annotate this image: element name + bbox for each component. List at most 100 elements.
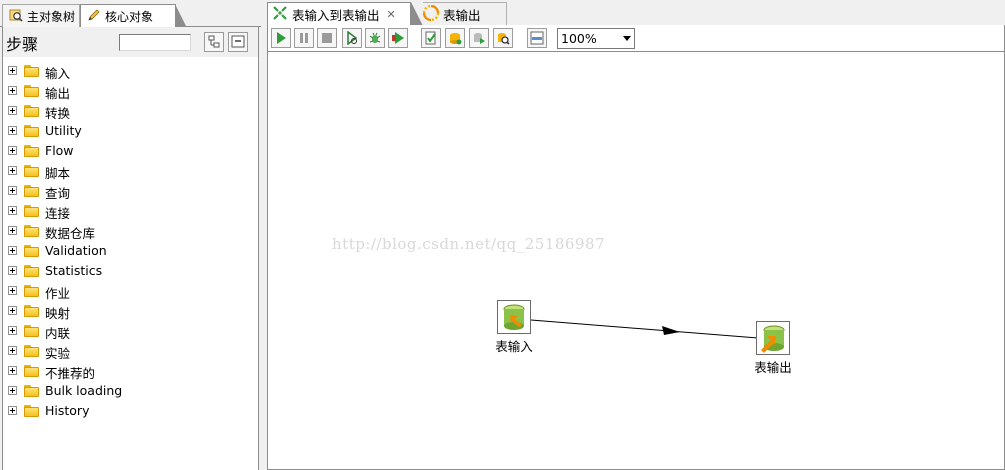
steps-title: 步骤 (6, 35, 39, 54)
tree-item[interactable]: History (3, 401, 258, 421)
tab-core-objects[interactable]: 核心对象 (80, 4, 187, 28)
explore-db-icon (498, 33, 510, 45)
expand-icon[interactable] (8, 326, 17, 335)
transformation-icon (272, 5, 288, 24)
tree-item-label: 实验 (45, 346, 71, 361)
collapse-all-button[interactable] (228, 32, 248, 52)
folder-icon (24, 205, 39, 217)
step-table-input[interactable]: 表输入 (484, 300, 544, 355)
tree-item[interactable]: Utility (3, 121, 258, 141)
replay-button[interactable] (388, 28, 408, 48)
folder-icon (24, 405, 39, 417)
tab-label: 表输出 (443, 7, 481, 23)
tab-main-object-tree[interactable]: 主对象树 (2, 4, 80, 27)
folder-icon (24, 145, 39, 157)
sql-button[interactable] (469, 28, 489, 48)
tree-item-label: 输入 (45, 66, 71, 81)
run-icon (277, 32, 286, 44)
tree-item[interactable]: 连接 (3, 201, 258, 221)
tree-item-label: History (45, 403, 90, 418)
pause-button[interactable] (294, 28, 314, 48)
steps-header: 步骤 (3, 27, 258, 57)
expand-icon[interactable] (8, 126, 17, 135)
explore-db-button[interactable] (493, 28, 513, 48)
tree-item[interactable]: 输出 (3, 81, 258, 101)
expand-icon[interactable] (8, 366, 17, 375)
zoom-value: 100% (561, 31, 597, 46)
spoon-window: 主对象树 核心对象 步骤 输入 输出 转换 Utility Flow 脚本 查询… (0, 0, 1005, 470)
tree-item-label: 作业 (45, 286, 71, 301)
steps-tree: 输入 输出 转换 Utility Flow 脚本 查询 连接 数据仓库 Vali… (3, 61, 258, 421)
tree-item[interactable]: 查询 (3, 181, 258, 201)
editor-toolbar: 100% (267, 25, 1005, 51)
expand-icon[interactable] (8, 166, 17, 175)
tree-item[interactable]: Statistics (3, 261, 258, 281)
zoom-select[interactable]: 100% (557, 28, 635, 49)
editor-panel: 表输入到表输出 ✕ 表输出 100% http://blog.csdn.net/… (267, 0, 1005, 470)
steps-panel: 步骤 输入 输出 转换 Utility Flow 脚本 查询 连接 数据仓库 V… (2, 27, 259, 470)
tree-item[interactable]: 输入 (3, 61, 258, 81)
tree-item[interactable]: Validation (3, 241, 258, 261)
tree-item[interactable]: 数据仓库 (3, 221, 258, 241)
run-button[interactable] (271, 28, 291, 48)
tab-label: 核心对象 (105, 9, 154, 24)
expand-icon[interactable] (8, 246, 17, 255)
stop-button[interactable] (317, 28, 337, 48)
expand-icon[interactable] (8, 406, 17, 415)
left-panel: 主对象树 核心对象 步骤 输入 输出 转换 Utility Flow 脚本 查询… (0, 0, 261, 470)
expand-icon[interactable] (8, 146, 17, 155)
step-label: 表输入 (495, 339, 533, 354)
expand-icon[interactable] (8, 206, 17, 215)
preview-button[interactable] (342, 28, 362, 48)
expand-icon[interactable] (8, 386, 17, 395)
analyze-impact-icon (450, 33, 462, 45)
preview-icon (347, 31, 358, 45)
folder-icon (24, 265, 39, 277)
expand-icon[interactable] (8, 306, 17, 315)
hop-arrow[interactable] (268, 52, 1004, 469)
tree-item-label: 不推荐的 (45, 366, 96, 381)
close-tab-icon[interactable]: ✕ (387, 8, 396, 21)
expand-icon[interactable] (8, 226, 17, 235)
expand-icon[interactable] (8, 86, 17, 95)
transformation-canvas[interactable]: http://blog.csdn.net/qq_25186987 表输入 表输出 (267, 51, 1005, 470)
folder-icon (24, 345, 39, 357)
editor-tab-bar: 表输入到表输出 ✕ 表输出 (267, 0, 1005, 26)
sql-icon (474, 33, 485, 44)
tree-item[interactable]: Flow (3, 141, 258, 161)
expand-icon[interactable] (8, 66, 17, 75)
tree-item[interactable]: 实验 (3, 341, 258, 361)
tab-transformation[interactable]: 表输入到表输出 ✕ (267, 2, 423, 26)
job-icon (422, 4, 440, 24)
tree-item-label: 转换 (45, 106, 71, 121)
folder-icon (24, 245, 39, 257)
step-table-output[interactable]: 表输出 (743, 321, 803, 376)
debug-button[interactable] (365, 28, 385, 48)
expand-icon[interactable] (8, 186, 17, 195)
tree-item-label: Flow (45, 143, 74, 158)
tree-item[interactable]: Bulk loading (3, 381, 258, 401)
table-input-icon (497, 300, 531, 334)
steps-search-input[interactable] (119, 34, 191, 51)
expand-icon[interactable] (8, 266, 17, 275)
expand-icon[interactable] (8, 346, 17, 355)
verify-button[interactable] (421, 28, 441, 48)
tree-item[interactable]: 转换 (3, 101, 258, 121)
analyze-impact-button[interactable] (445, 28, 465, 48)
tree-item[interactable]: 不推荐的 (3, 361, 258, 381)
tree-item[interactable]: 脚本 (3, 161, 258, 181)
tree-item[interactable]: 内联 (3, 321, 258, 341)
tree-item[interactable]: 作业 (3, 281, 258, 301)
tree-item-label: 连接 (45, 206, 71, 221)
tree-item[interactable]: 映射 (3, 301, 258, 321)
step-label: 表输出 (754, 360, 792, 375)
expand-icon[interactable] (8, 106, 17, 115)
folder-icon (24, 305, 39, 317)
folder-icon (24, 165, 39, 177)
tab-table-output[interactable]: 表输出 (422, 2, 507, 25)
toggle-results-button[interactable] (527, 28, 547, 48)
chevron-down-icon[interactable] (619, 29, 634, 48)
expand-icon[interactable] (8, 286, 17, 295)
expand-all-button[interactable] (204, 32, 224, 52)
tree-item-label: Utility (45, 123, 82, 138)
